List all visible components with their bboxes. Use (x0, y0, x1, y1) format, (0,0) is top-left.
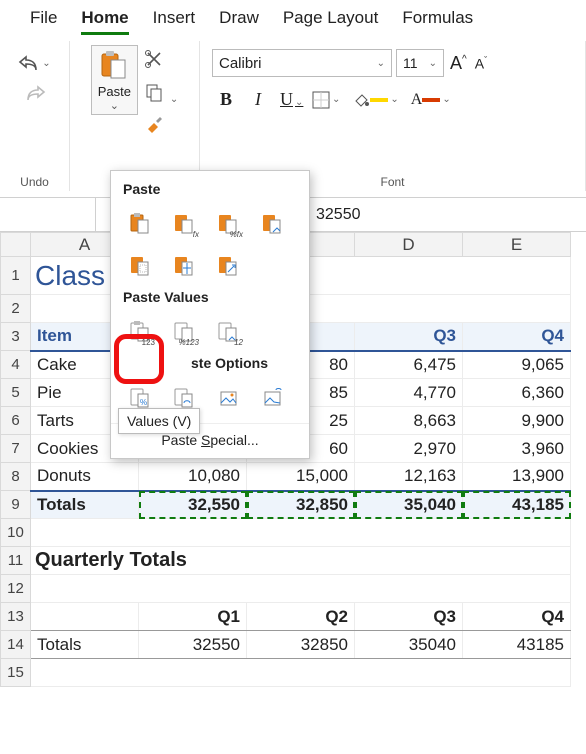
paste-no-borders-button[interactable] (123, 249, 157, 283)
color-swatch (422, 98, 440, 102)
font-color-icon: A (411, 91, 423, 109)
paste-menu-header: Paste (111, 179, 309, 203)
paste-values-number-formatting-button[interactable]: %123 (167, 315, 201, 349)
fill-color-button[interactable]: ⌄ (352, 91, 398, 109)
chevron-down-icon[interactable]: ⌄ (110, 99, 119, 112)
undo-group: ⌄ Undo (0, 41, 70, 191)
underline-button[interactable]: U⌄ (280, 89, 300, 110)
chevron-down-icon: ⌄ (170, 94, 178, 105)
paste-button[interactable]: Paste ⌄ (91, 45, 138, 115)
redo-button[interactable] (18, 81, 52, 105)
chevron-down-icon: ⌄ (390, 94, 398, 105)
font-group-label: Font (380, 175, 404, 189)
copy-icon (144, 82, 164, 102)
section-title[interactable]: Quarterly Totals (31, 547, 571, 575)
paste-transpose-button[interactable] (211, 249, 245, 283)
chevron-down-icon: ⌄ (377, 58, 385, 69)
row-14[interactable]: 14 Totals 32550 32850 35040 43185 (1, 631, 571, 659)
tab-insert[interactable]: Insert (153, 8, 196, 35)
paste-values-header: Paste Values (111, 287, 309, 311)
tooltip: Values (V) (118, 408, 200, 434)
paintbrush-icon (144, 115, 164, 135)
paste-all-button[interactable] (123, 207, 157, 241)
format-painter-button[interactable] (144, 115, 178, 138)
tab-file[interactable]: File (30, 8, 57, 35)
borders-button[interactable]: ⌄ (312, 91, 340, 109)
header-q4[interactable]: Q4 (463, 323, 571, 351)
paste-keep-source-button[interactable] (255, 207, 289, 241)
paste-label: Paste (98, 84, 131, 99)
italic-button[interactable]: I (248, 89, 268, 110)
svg-text:%: % (140, 398, 147, 407)
fill-swatch (370, 98, 388, 102)
clipboard-group: Paste ⌄ ⌄ (70, 41, 200, 191)
paste-options-header: ste Options (111, 353, 309, 377)
font-group: Calibri ⌄ 11 ⌄ A^ Aˇ B I U⌄ ⌄ (200, 41, 586, 191)
chevron-down-icon: ⌄ (332, 94, 340, 105)
font-color-button[interactable]: A ⌄ (411, 91, 451, 109)
tab-page-layout[interactable]: Page Layout (283, 8, 378, 35)
chevron-down-icon: ⌄ (295, 97, 303, 108)
borders-icon (312, 91, 330, 109)
undo-button[interactable]: ⌄ (18, 51, 52, 75)
copy-button[interactable]: ⌄ (144, 82, 178, 105)
select-all-corner[interactable] (1, 233, 31, 257)
bold-button[interactable]: B (216, 89, 236, 110)
scissors-icon (144, 49, 164, 69)
col-header[interactable]: E (463, 233, 571, 257)
totals-row[interactable]: 9 Totals 32,550 32,850 35,040 43,185 (1, 491, 571, 519)
header-q3[interactable]: Q3 (355, 323, 463, 351)
name-box[interactable] (0, 198, 96, 231)
tab-formulas[interactable]: Formulas (402, 8, 473, 35)
grow-font-button[interactable]: A^ (448, 53, 469, 74)
font-size-select[interactable]: 11 ⌄ (396, 49, 444, 77)
row-13[interactable]: 13 Q1 Q2 Q3 Q4 (1, 603, 571, 631)
font-name-select[interactable]: Calibri ⌄ (212, 49, 392, 77)
undo-group-label: Undo (20, 175, 49, 189)
font-name-value: Calibri (219, 55, 262, 72)
paste-linked-picture-button[interactable] (255, 381, 289, 415)
chevron-down-icon: ⌄ (42, 58, 50, 69)
tab-draw[interactable]: Draw (219, 8, 259, 35)
font-size-value: 11 (403, 55, 418, 71)
paste-values-button[interactable]: 123 (123, 315, 157, 349)
table-row[interactable]: 8 Donuts 10,080 15,00012,16313,900 (1, 463, 571, 491)
row-11[interactable]: 11 Quarterly Totals (1, 547, 571, 575)
clipboard-icon (99, 50, 129, 82)
bucket-icon (352, 91, 370, 109)
ribbon-tabs: File Home Insert Draw Page Layout Formul… (0, 0, 586, 41)
tab-home[interactable]: Home (81, 8, 128, 35)
paste-picture-button[interactable] (211, 381, 245, 415)
paste-formulas-formatting-button[interactable]: %fx (211, 207, 245, 241)
chevron-down-icon: ⌄ (442, 94, 450, 105)
col-header[interactable]: D (355, 233, 463, 257)
shrink-font-button[interactable]: Aˇ (473, 55, 489, 72)
paste-values-source-formatting-button[interactable]: 12 (211, 315, 245, 349)
paste-formulas-button[interactable]: fx (167, 207, 201, 241)
paste-keep-widths-button[interactable] (167, 249, 201, 283)
chevron-down-icon: ⌄ (429, 58, 437, 69)
cut-button[interactable] (144, 49, 178, 72)
